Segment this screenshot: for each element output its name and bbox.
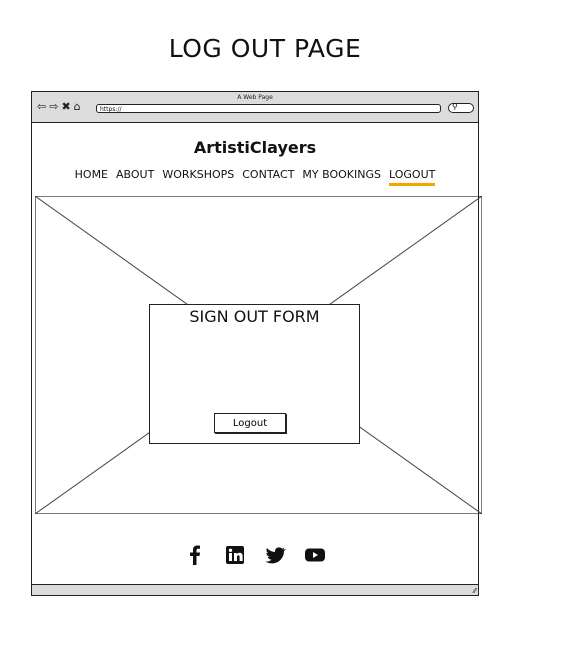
site-title: ArtistiClayers [193, 138, 317, 157]
logout-button[interactable]: Logout [214, 413, 286, 433]
browser-titlebar: A Web Page ⇦ ⇨ ✖ ⌂ https:// ⚲ [32, 92, 478, 123]
page-heading: LOG OUT PAGE [168, 34, 362, 63]
nav-contact[interactable]: CONTACT [242, 168, 294, 186]
linkedin-icon[interactable] [224, 544, 246, 566]
nav-logout[interactable]: LOGOUT [389, 168, 436, 186]
window-title: A Web Page [237, 94, 273, 101]
nav-about[interactable]: ABOUT [116, 168, 154, 186]
browser-nav-icons: ⇦ ⇨ ✖ ⌂ [37, 100, 81, 114]
search-pill[interactable]: ⚲ [448, 102, 474, 113]
home-icon[interactable]: ⌂ [74, 101, 81, 113]
url-bar[interactable]: https:// [96, 104, 441, 113]
sign-out-form: SIGN OUT FORM Logout [149, 304, 360, 444]
resize-handle-icon[interactable]: ⁄⁄ [474, 587, 476, 595]
back-icon[interactable]: ⇦ [37, 101, 46, 113]
browser-statusbar: ⁄⁄ [32, 584, 478, 595]
main-nav: HOME ABOUT WORKSHOPS CONTACT MY BOOKINGS… [32, 168, 478, 186]
close-icon[interactable]: ✖ [61, 101, 70, 113]
nav-my-bookings[interactable]: MY BOOKINGS [302, 168, 381, 186]
twitter-icon[interactable] [264, 544, 286, 566]
youtube-icon[interactable] [304, 544, 326, 566]
browser-window: A Web Page ⇦ ⇨ ✖ ⌂ https:// ⚲ ArtistiCla… [31, 91, 482, 596]
facebook-icon[interactable] [184, 544, 206, 566]
form-title: SIGN OUT FORM [189, 307, 320, 326]
nav-home[interactable]: HOME [75, 168, 108, 186]
footer-social [32, 544, 478, 566]
search-icon: ⚲ [452, 102, 458, 111]
forward-icon[interactable]: ⇨ [49, 101, 58, 113]
nav-workshops[interactable]: WORKSHOPS [162, 168, 234, 186]
